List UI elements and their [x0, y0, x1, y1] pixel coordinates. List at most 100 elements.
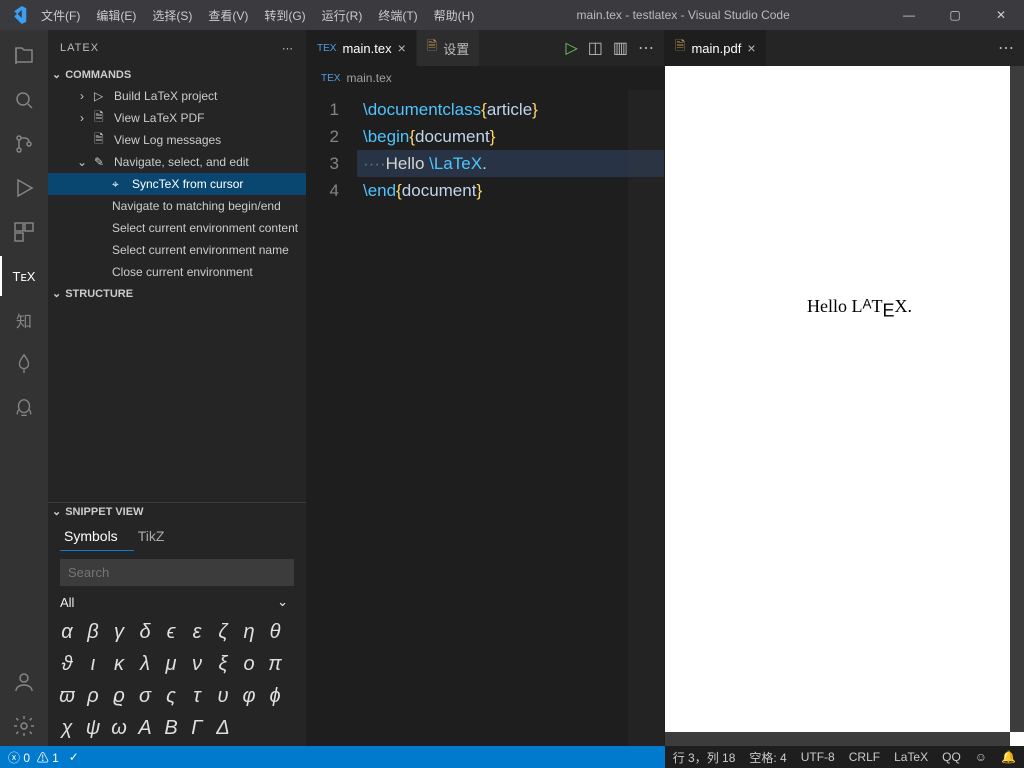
status-feedback-icon[interactable]: ☺ — [975, 750, 987, 764]
symbol-cell[interactable]: ε — [188, 618, 206, 646]
code-line[interactable]: 2\begin{document} — [307, 123, 664, 150]
status-check-icon[interactable]: ✓ — [69, 750, 79, 764]
symbol-cell[interactable]: ϵ — [162, 618, 180, 646]
symbol-cell[interactable]: ρ — [84, 682, 102, 710]
symbol-cell[interactable]: γ — [110, 618, 128, 646]
snippet-tab-symbols[interactable]: Symbols — [60, 524, 134, 551]
status-cursor-position[interactable]: 行 3，列 18 — [673, 749, 736, 766]
symbol-cell[interactable]: ψ — [84, 714, 102, 742]
section-snippet[interactable]: ⌄ SNIPPET VIEW — [48, 503, 306, 520]
menu-view[interactable]: 查看(V) — [202, 3, 254, 28]
code-editor[interactable]: 1\documentclass{article}2\begin{document… — [307, 90, 664, 746]
run-icon[interactable]: ▷ — [565, 38, 577, 58]
symbol-cell[interactable]: π — [266, 650, 284, 678]
symbol-cell[interactable]: θ — [266, 618, 284, 646]
menu-selection[interactable]: 选择(S) — [146, 3, 198, 28]
extensions-icon[interactable] — [0, 212, 48, 252]
status-language[interactable]: LaTeX — [894, 750, 928, 764]
symbol-cell[interactable]: α — [58, 618, 76, 646]
maximize-button[interactable]: ▢ — [932, 0, 978, 30]
latex-workshop-icon[interactable]: TᴇX — [0, 256, 48, 296]
symbol-cell[interactable]: ξ — [214, 650, 232, 678]
menu-terminal[interactable]: 终端(T) — [372, 3, 423, 28]
chevron-down-icon[interactable]: ⌄ — [277, 594, 294, 610]
status-qq[interactable]: QQ — [942, 750, 961, 764]
tree-item[interactable]: ›🗎View LaTeX PDF — [48, 107, 306, 129]
tree-item[interactable]: ⌖SyncTeX from cursor — [48, 173, 306, 195]
symbol-cell[interactable]: ϖ — [58, 682, 76, 710]
close-button[interactable]: ✕ — [978, 0, 1024, 30]
symbol-cell[interactable]: λ — [136, 650, 154, 678]
symbol-cell[interactable]: A — [136, 714, 154, 742]
close-tab-icon[interactable]: × — [398, 40, 406, 56]
symbol-cell[interactable]: σ — [136, 682, 154, 710]
search-icon[interactable] — [0, 80, 48, 120]
code-line[interactable]: 1\documentclass{article} — [307, 96, 664, 123]
symbol-cell[interactable]: ϑ — [58, 650, 76, 678]
snippet-search-input[interactable] — [60, 559, 294, 586]
symbol-cell[interactable]: χ — [58, 714, 76, 742]
tree-item[interactable]: 🗎View Log messages — [48, 129, 306, 151]
close-tab-icon[interactable]: × — [747, 40, 755, 56]
tree-item[interactable]: ⌄✎Navigate, select, and edit — [48, 151, 306, 173]
menu-help[interactable]: 帮助(H) — [428, 3, 481, 28]
pdf-preview[interactable]: Hello LATEX. — [665, 66, 1024, 746]
settings-gear-icon[interactable] — [0, 706, 48, 746]
minimize-button[interactable]: ― — [886, 0, 932, 30]
symbol-cell[interactable]: δ — [136, 618, 154, 646]
status-eol[interactable]: CRLF — [849, 750, 880, 764]
tab-main-pdf[interactable]: 🗎 main.pdf × — [665, 30, 767, 66]
tree-icon[interactable] — [0, 344, 48, 384]
symbol-cell[interactable]: ϱ — [110, 682, 128, 710]
symbol-cell[interactable]: ν — [188, 650, 206, 678]
menu-go[interactable]: 转到(G) — [258, 3, 311, 28]
split-right-icon[interactable]: ◫ — [588, 38, 603, 58]
explorer-icon[interactable] — [0, 36, 48, 76]
code-line[interactable]: 4\end{document} — [307, 177, 664, 204]
status-indent[interactable]: 空格: 4 — [749, 749, 786, 766]
tree-item[interactable]: ›▷Build LaTeX project — [48, 85, 306, 107]
more-actions-icon[interactable]: ⋯ — [638, 38, 654, 58]
symbol-cell[interactable]: ζ — [214, 618, 232, 646]
symbol-cell[interactable]: ι — [84, 650, 102, 678]
symbol-cell[interactable]: Δ — [214, 714, 232, 742]
section-commands[interactable]: ⌄ COMMANDS — [48, 66, 306, 83]
zhihu-icon[interactable]: 知 — [0, 300, 48, 340]
symbol-cell[interactable]: η — [240, 618, 258, 646]
symbol-cell[interactable]: κ — [110, 650, 128, 678]
symbol-cell[interactable]: β — [84, 618, 102, 646]
account-icon[interactable] — [0, 662, 48, 702]
status-problems[interactable]: ⓧ 0 ⚠ 1 — [8, 749, 59, 766]
tree-item[interactable]: Close current environment — [48, 261, 306, 283]
source-control-icon[interactable] — [0, 124, 48, 164]
more-actions-icon[interactable]: ⋯ — [998, 38, 1014, 58]
menu-file[interactable]: 文件(F) — [35, 3, 86, 28]
tree-item[interactable]: Navigate to matching begin/end — [48, 195, 306, 217]
tab-settings[interactable]: 🗎 设置 — [417, 30, 480, 66]
menu-run[interactable]: 运行(R) — [316, 3, 369, 28]
split-editor-icon[interactable]: ▥ — [613, 38, 628, 58]
tab-main-tex[interactable]: TEX main.tex × — [307, 30, 417, 66]
status-bell-icon[interactable]: 🔔 — [1001, 750, 1016, 764]
breadcrumb[interactable]: TEX main.tex — [307, 66, 664, 90]
symbol-cell[interactable]: ϕ — [266, 682, 284, 710]
menu-edit[interactable]: 编辑(E) — [90, 3, 142, 28]
symbol-cell[interactable]: ω — [110, 714, 128, 742]
symbol-cell[interactable]: ς — [162, 682, 180, 710]
qq-icon[interactable] — [0, 388, 48, 428]
snippet-tab-tikz[interactable]: TikZ — [134, 524, 181, 551]
symbol-cell[interactable]: μ — [162, 650, 180, 678]
snippet-filter-select[interactable]: All — [60, 595, 74, 610]
symbol-cell[interactable]: B — [162, 714, 180, 742]
symbol-cell[interactable]: ο — [240, 650, 258, 678]
status-encoding[interactable]: UTF-8 — [801, 750, 835, 764]
tree-item[interactable]: Select current environment content — [48, 217, 306, 239]
symbol-cell[interactable]: φ — [240, 682, 258, 710]
section-structure[interactable]: ⌄ STRUCTURE — [48, 285, 306, 302]
tree-item[interactable]: Select current environment name — [48, 239, 306, 261]
symbol-cell[interactable]: τ — [188, 682, 206, 710]
symbol-cell[interactable]: Γ — [188, 714, 206, 742]
pdf-horizontal-scrollbar[interactable] — [665, 732, 1010, 746]
pdf-vertical-scrollbar[interactable] — [1010, 66, 1024, 732]
symbol-cell[interactable]: υ — [214, 682, 232, 710]
